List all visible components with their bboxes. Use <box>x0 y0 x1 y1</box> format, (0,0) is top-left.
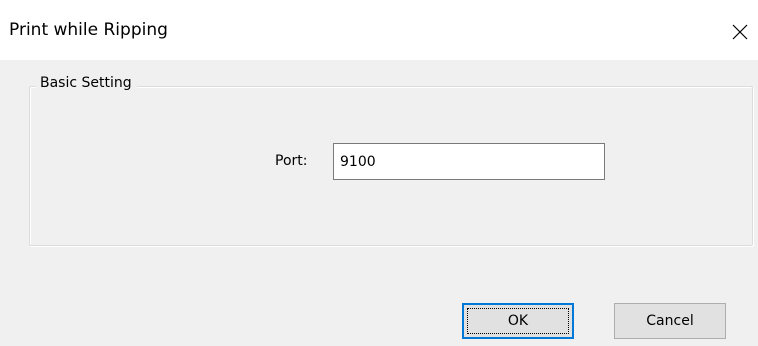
title-bar: Print while Ripping <box>0 0 758 60</box>
close-icon <box>732 24 748 40</box>
cancel-button[interactable]: Cancel <box>614 303 726 339</box>
print-while-ripping-dialog: Print while Ripping Basic Setting Port: … <box>0 0 758 346</box>
close-button[interactable] <box>722 14 758 50</box>
basic-setting-legend: Basic Setting <box>36 75 137 91</box>
ok-button-label: OK <box>507 313 529 329</box>
ok-button[interactable]: OK <box>462 303 574 339</box>
cancel-button-label: Cancel <box>646 313 694 329</box>
dialog-title: Print while Ripping <box>9 20 168 40</box>
port-input[interactable] <box>333 143 605 180</box>
port-label: Port: <box>275 153 308 169</box>
